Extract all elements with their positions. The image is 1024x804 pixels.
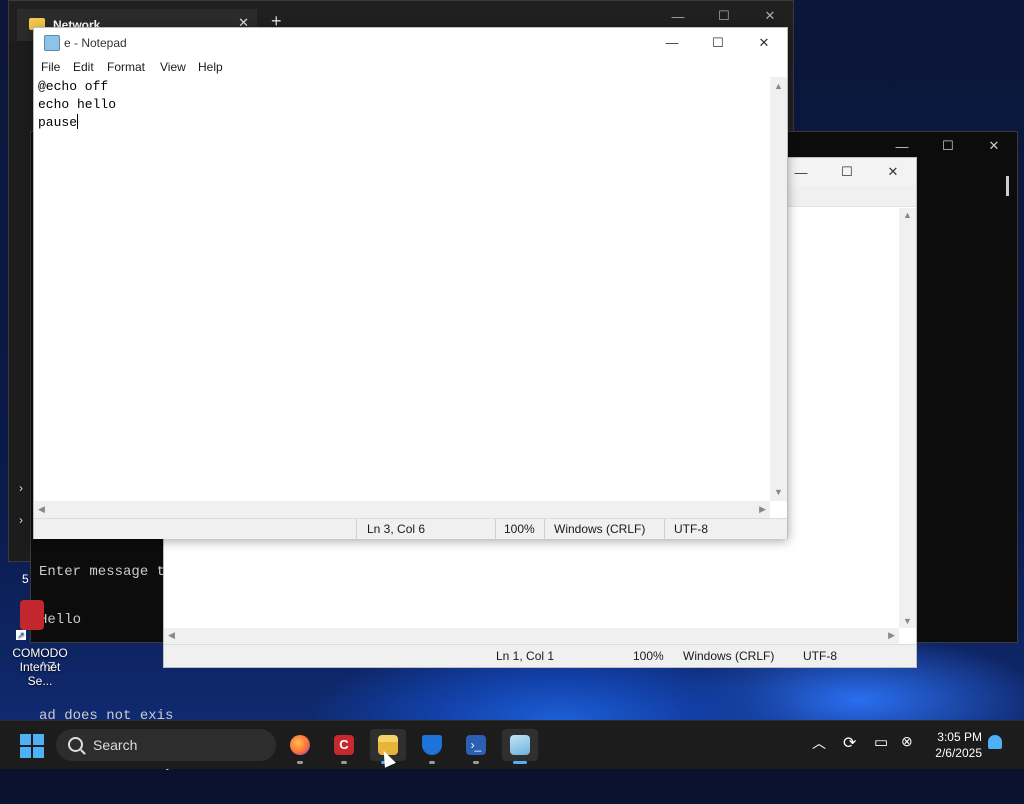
terminal-window-controls: — ☐ ✕ — [879, 132, 1017, 160]
scroll-right-icon[interactable]: ▶ — [759, 504, 766, 515]
windows-logo-icon — [20, 734, 31, 745]
status-encoding: UTF-8 — [803, 649, 837, 663]
status-encoding: UTF-8 — [674, 522, 708, 536]
editor-line-current: pause — [38, 114, 766, 132]
horizontal-scrollbar[interactable]: ◀ ▶ — [164, 628, 899, 645]
windows-logo-icon — [33, 747, 44, 758]
comodo-icon — [20, 600, 44, 630]
scroll-down-icon[interactable]: ▼ — [903, 616, 912, 626]
desktop-icon-comodo[interactable]: ↗ COMODO Internet Se... — [8, 600, 72, 688]
notification-bell-icon[interactable] — [988, 735, 1002, 749]
taskbar-app-notepad[interactable] — [502, 729, 538, 764]
notepad-icon — [44, 35, 60, 51]
scroll-right-icon[interactable]: ▶ — [888, 630, 895, 641]
status-zoom: 100% — [504, 522, 535, 536]
maximize-button[interactable]: ☐ — [925, 132, 971, 160]
running-indicator — [297, 761, 303, 764]
notepad-statusbar: Ln 3, Col 6 100% Windows (CRLF) UTF-8 — [34, 518, 787, 539]
chevron-up-icon[interactable]: ︿ — [812, 733, 826, 753]
volume-muted-icon[interactable]: ⊗ — [901, 733, 913, 750]
minimize-button[interactable]: — — [649, 28, 695, 57]
chevron-right-icon[interactable]: › — [19, 481, 23, 495]
editor-line: @echo off — [38, 79, 109, 94]
status-line-ending: Windows (CRLF) — [683, 649, 775, 663]
running-indicator — [429, 761, 435, 764]
running-indicator — [473, 761, 479, 764]
scroll-up-icon[interactable]: ▲ — [774, 81, 783, 91]
notepad-window[interactable]: e - Notepad — ☐ ✕ File Edit Format View … — [33, 27, 788, 539]
notepad-background-statusbar: Ln 1, Col 1 100% Windows (CRLF) UTF-8 — [164, 644, 916, 667]
status-divider — [495, 519, 496, 539]
taskbar: Search C ›_ ︿ ⟳ ▭ ⊗ 3:05 PM 2/6/2025 — [0, 720, 1024, 769]
desktop-icon-label-line1: COMODO — [12, 646, 68, 660]
menu-file[interactable]: File — [41, 60, 60, 74]
search-label: Search — [93, 737, 138, 753]
status-line-ending: Windows (CRLF) — [554, 522, 646, 536]
taskbar-app-windows-security[interactable] — [414, 729, 450, 764]
text-editor[interactable]: @echo off echo hello pause — [34, 77, 770, 501]
close-button[interactable]: ✕ — [870, 158, 916, 186]
notepad-background-window-controls: — ☐ ✕ — [778, 158, 916, 186]
notepad-icon — [510, 735, 530, 755]
shortcut-arrow-icon: ↗ — [16, 630, 26, 640]
notepad-window-controls: — ☐ ✕ — [649, 28, 787, 57]
terminal-scrollbar[interactable] — [1006, 176, 1009, 196]
close-button[interactable]: ✕ — [741, 28, 787, 57]
windows-security-icon — [422, 735, 442, 755]
running-indicator — [513, 761, 527, 764]
notepad-titlebar: e - Notepad — ☐ ✕ — [34, 28, 787, 57]
network-icon[interactable]: ▭ — [874, 733, 888, 751]
vertical-scrollbar[interactable]: ▲ ▼ — [899, 208, 916, 628]
windows-logo-icon — [33, 734, 44, 745]
notepad-menubar: File Edit Format View Help — [34, 57, 787, 77]
status-divider — [664, 519, 665, 539]
editor-line: echo hello — [38, 97, 117, 112]
scroll-left-icon[interactable]: ◀ — [168, 630, 175, 641]
status-divider — [544, 519, 545, 539]
powershell-icon: ›_ — [466, 735, 486, 755]
windows-logo-icon — [20, 747, 31, 758]
horizontal-scrollbar[interactable]: ◀ ▶ — [34, 501, 770, 518]
maximize-button[interactable]: ☐ — [824, 158, 870, 186]
window-title: e - Notepad — [64, 36, 127, 50]
taskbar-app-powershell[interactable]: ›_ — [458, 729, 494, 764]
status-divider — [356, 519, 357, 539]
clock-date: 2/6/2025 — [935, 746, 982, 760]
menu-edit[interactable]: Edit — [73, 60, 94, 74]
menu-view[interactable]: View — [160, 60, 186, 74]
comodo-icon: C — [334, 735, 354, 755]
taskbar-search[interactable]: Search — [56, 729, 276, 761]
taskbar-app-firefox[interactable] — [282, 729, 318, 764]
chevron-right-icon[interactable]: › — [19, 513, 23, 527]
close-button[interactable]: ✕ — [971, 132, 1017, 160]
maximize-button[interactable]: ☐ — [695, 28, 741, 57]
status-zoom: 100% — [633, 649, 664, 663]
editor-line: pause — [38, 115, 78, 130]
menu-format[interactable]: Format — [107, 60, 145, 74]
desktop-icon-label-line2: Internet Se... — [19, 660, 61, 688]
taskbar-app-comodo[interactable]: C — [326, 729, 362, 764]
sync-icon[interactable]: ⟳ — [843, 733, 856, 753]
scroll-up-icon[interactable]: ▲ — [903, 210, 912, 220]
terminal-line: Enter message to — [39, 564, 174, 580]
clock-time: 3:05 PM — [937, 730, 982, 744]
vertical-scrollbar[interactable]: ▲ ▼ — [770, 77, 787, 501]
taskbar-clock[interactable]: 3:05 PM 2/6/2025 — [926, 729, 982, 761]
start-button[interactable] — [20, 734, 44, 758]
menu-help[interactable]: Help — [198, 60, 223, 74]
status-position: Ln 1, Col 1 — [496, 649, 555, 663]
text-caret — [77, 114, 79, 129]
firefox-icon — [290, 735, 310, 755]
running-indicator — [341, 761, 347, 764]
search-icon — [68, 737, 83, 752]
status-position: Ln 3, Col 6 — [367, 522, 426, 536]
scroll-down-icon[interactable]: ▼ — [774, 487, 783, 497]
minimize-button[interactable]: — — [879, 132, 925, 160]
scroll-left-icon[interactable]: ◀ — [38, 504, 45, 515]
